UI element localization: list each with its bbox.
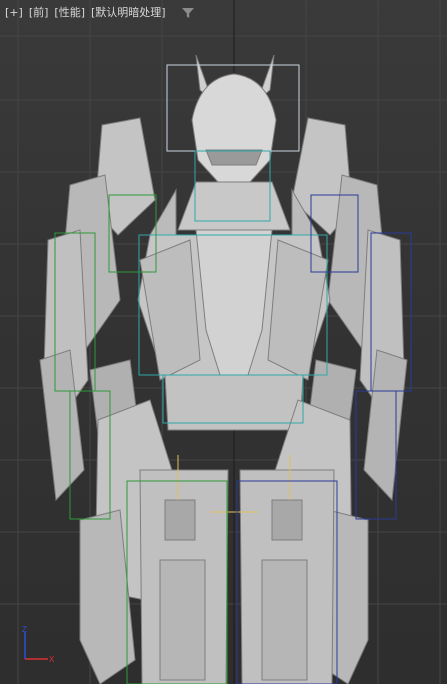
- axis-z-label: Z: [22, 625, 27, 634]
- viewport-scene: [0, 0, 447, 684]
- axis-gizmo: Z X: [22, 625, 55, 664]
- axis-x-label: X: [49, 655, 55, 664]
- viewport-front[interactable]: [+] [前] [性能] [默认明暗处理] Z X: [0, 0, 447, 684]
